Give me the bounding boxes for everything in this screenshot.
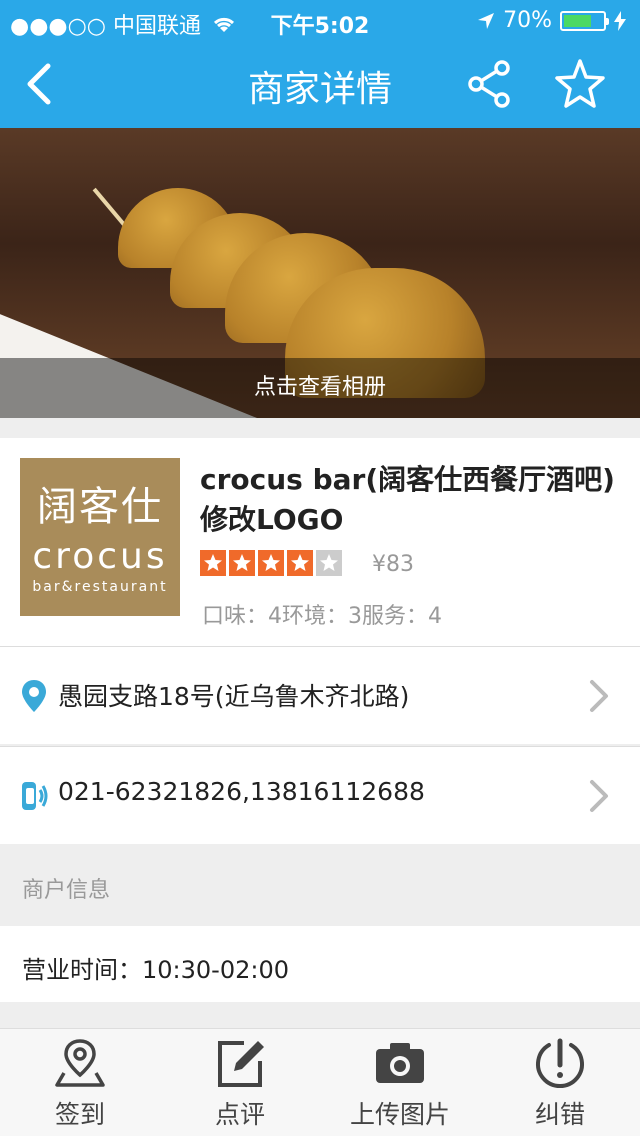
section-title: 商户信息 [22,878,111,903]
star-filled-icon [229,550,255,576]
tab-checkin[interactable]: 签到 [0,1029,160,1136]
merchant-card: 阔客仕 crocus bar&restaurant crocus bar(阔客仕… [0,438,640,646]
chevron-right-icon [590,780,608,812]
error-report-icon [536,1038,584,1089]
battery-percent: 70% [503,8,552,33]
logo-text: 阔客仕 [37,484,163,530]
chevron-right-icon [590,680,608,712]
page-title: 商家详情 [247,69,392,110]
status-bar: ●●●○○ 中国联通 下午5:02 70% [0,0,640,40]
charging-icon [614,10,626,31]
share-icon[interactable] [464,58,516,110]
location-arrow-icon [478,12,495,29]
star-outline-icon[interactable] [552,56,608,112]
edit-icon [218,1041,264,1087]
business-hours-row: 营业时间：10:30-02:00 [0,926,640,1002]
battery-icon [560,10,609,31]
merchant-info-header: 商户信息 [0,846,640,926]
tab-label: 纠错 [534,1100,585,1129]
tab-upload-photo[interactable]: 上传图片 [320,1029,480,1136]
star-filled-icon [200,550,226,576]
tab-report-error[interactable]: 纠错 [480,1029,640,1136]
average-price: ¥83 [372,552,414,577]
star-empty-icon [316,550,342,576]
phone-row[interactable]: 021-62321826,13816112688 [0,746,640,844]
logo-text: crocus [32,536,168,577]
business-hours: 营业时间：10:30-02:00 [22,956,289,984]
checkin-pin-icon [55,1039,105,1087]
tab-review[interactable]: 点评 [160,1029,320,1136]
tab-label: 上传图片 [349,1100,450,1129]
nav-bar: 商家详情 [0,40,640,128]
star-filled-icon [258,550,284,576]
merchant-name: crocus bar(阔客仕西餐厅酒吧) 修改LOGO [200,463,615,536]
merchant-logo: 阔客仕 crocus bar&restaurant [20,458,180,616]
address-row[interactable]: 愚园支路18号(近乌鲁木齐北路) [0,646,640,744]
tab-label: 点评 [214,1100,265,1129]
bottom-tab-bar: 签到 点评 上传图片 纠错 [0,1028,640,1136]
camera-icon [376,1043,424,1083]
status-right: 70% [477,8,626,33]
tab-label: 签到 [54,1100,105,1129]
location-pin-icon [22,680,46,712]
phone-icon [22,782,48,810]
rating-stars [200,550,342,576]
star-filled-icon [287,550,313,576]
logo-text: bar&restaurant [32,579,168,595]
address-text: 愚园支路18号(近乌鲁木齐北路) [58,682,410,711]
view-album-caption[interactable]: 点击查看相册 [0,358,640,418]
rating-scores: 口味：4环境：3服务：4 [202,604,442,629]
phone-text: 021-62321826,13816112688 [58,777,425,806]
battery-level [564,14,591,27]
